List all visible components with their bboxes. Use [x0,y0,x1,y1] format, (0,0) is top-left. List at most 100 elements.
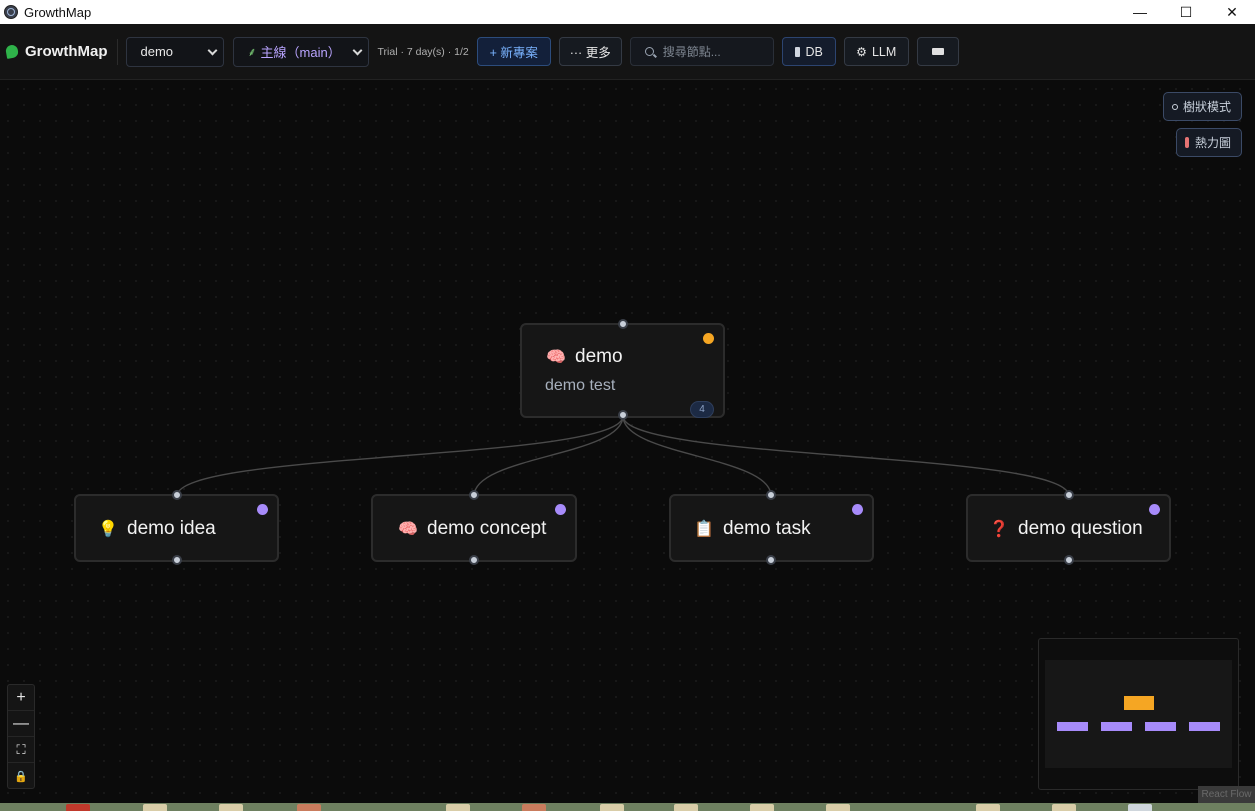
node-title: 📋 demo task [694,518,811,540]
desktop-icon [446,804,470,811]
maximize-icon[interactable]: ☐ [1163,0,1209,24]
fit-view-button[interactable]: ⛶ [8,737,34,763]
close-icon[interactable]: ✕ [1209,0,1255,24]
window-controls: — ☐ ✕ [1117,0,1255,24]
status-dot [703,333,714,344]
child-count-badge: 4 [690,401,714,418]
status-dot [555,504,566,515]
project-select-value: demo [140,44,174,59]
node-title-text: demo idea [127,518,216,539]
desktop-strip [0,803,1255,811]
zoom-controls: + — ⛶ 🔒 [7,684,35,789]
node-question-target-handle[interactable] [1064,490,1074,500]
minimize-icon[interactable]: — [1117,0,1163,24]
node-title: 💡 demo idea [98,518,216,540]
node-title-text: demo question [1018,518,1143,539]
top-toolbar: GrowthMap demo ⸙ 主線（main） Trial · 7 day(… [0,24,1255,80]
keyboard-icon [931,48,944,55]
window-title: GrowthMap [24,4,92,20]
node-root-target-handle[interactable] [618,319,628,329]
new-project-button[interactable]: + 新專案 [476,37,551,66]
sprout-icon: ⸙ [247,45,257,59]
desktop-icon [750,804,774,811]
node-root[interactable]: 🧠 demo demo test 4 [520,323,725,418]
branch-select-value: 主線（main） [260,45,341,60]
desktop-icon [219,804,243,811]
database-icon [794,46,800,57]
gear-icon: ⚙ [856,44,867,59]
desktop-icon [297,804,321,811]
status-dot [1149,504,1160,515]
zoom-in-button[interactable]: + [8,685,34,711]
node-idea[interactable]: 💡 demo idea [74,494,279,562]
keyboard-button[interactable] [916,37,959,66]
minimap-node-root [1124,696,1154,710]
chevron-down-icon [352,45,362,55]
node-title-text: demo task [723,518,811,539]
toolbar-divider [116,38,118,65]
brain-icon: 🧠 [546,349,566,366]
minimap[interactable] [1038,638,1239,790]
minimap-node-concept [1101,722,1132,731]
leaf-icon [4,44,20,59]
minimap-node-idea [1057,722,1088,731]
node-title: 🧠 demo [546,346,623,368]
flow-canvas[interactable]: 樹狀模式 熱力圖 🧠 demo demo test 4 💡 demo idea [0,81,1255,803]
minimap-node-task [1145,722,1176,731]
node-question[interactable]: ❓ demo question [966,494,1171,562]
search-icon [644,47,654,56]
desktop-icon [143,804,167,811]
node-concept[interactable]: 🧠 demo concept [371,494,577,562]
desktop-icon [66,804,90,811]
node-title-text: demo concept [427,518,547,539]
db-button[interactable]: DB [781,37,836,66]
llm-settings-button[interactable]: ⚙ LLM [843,37,909,66]
question-icon: ❓ [989,521,1009,538]
edge-root-question [622,415,1070,497]
edge-root-idea [176,415,624,497]
node-subtitle: demo test [545,377,616,394]
node-task-target-handle[interactable] [766,490,776,500]
trial-status: Trial · 7 day(s) · 1/2 [377,45,469,58]
edge-root-concept [473,415,624,497]
llm-label: LLM [871,44,897,59]
node-idea-source-handle[interactable] [172,555,182,565]
node-title-text: demo [575,346,623,367]
desktop-icon [1052,804,1076,811]
desktop-icon [522,804,546,811]
node-root-source-handle[interactable] [618,410,628,420]
edge-root-task [622,415,772,497]
minimap-node-question [1189,722,1220,731]
desktop-icon [674,804,698,811]
node-idea-target-handle[interactable] [172,490,182,500]
branch-select[interactable]: ⸙ 主線（main） [232,36,369,67]
search-placeholder: 搜尋節點... [662,45,721,59]
node-question-source-handle[interactable] [1064,555,1074,565]
desktop-icon [600,804,624,811]
react-flow-attribution[interactable]: React Flow [1198,786,1255,803]
more-button[interactable]: ··· 更多 [558,37,622,66]
project-select[interactable]: demo [125,36,224,67]
brand-name: GrowthMap [25,43,108,60]
search-input[interactable]: 搜尋節點... [629,37,774,66]
desktop-icon [826,804,850,811]
chevron-down-icon [207,45,217,55]
clipboard-icon: 📋 [694,521,714,538]
node-task-source-handle[interactable] [766,555,776,565]
node-title: 🧠 demo concept [398,518,547,540]
brain-icon: 🧠 [398,521,418,538]
node-task[interactable]: 📋 demo task [669,494,874,562]
lightbulb-icon: 💡 [98,521,118,538]
node-concept-source-handle[interactable] [469,555,479,565]
db-label: DB [805,44,823,59]
minimap-viewport [1045,660,1232,768]
status-dot [257,504,268,515]
app-icon [4,5,18,19]
status-dot [852,504,863,515]
node-concept-target-handle[interactable] [469,490,479,500]
desktop-icon [976,804,1000,811]
zoom-out-button[interactable]: — [8,711,34,737]
lock-button[interactable]: 🔒 [8,763,34,789]
brand: GrowthMap [4,43,108,60]
node-title: ❓ demo question [989,518,1143,540]
